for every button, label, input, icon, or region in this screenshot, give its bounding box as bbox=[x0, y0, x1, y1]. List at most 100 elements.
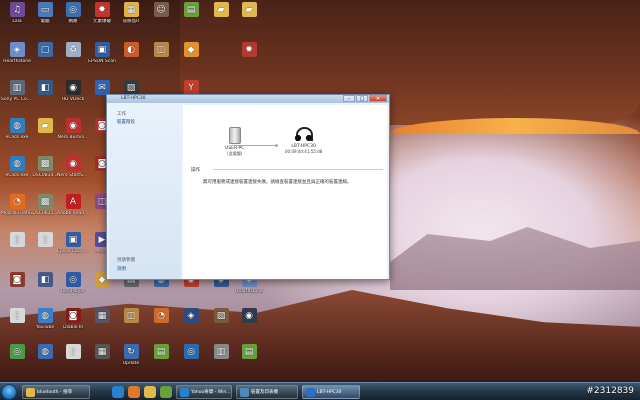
desktop-shortcut[interactable]: ✸ 元素爆破 bbox=[87, 2, 117, 38]
close-button[interactable]: ✕ bbox=[369, 95, 387, 102]
sidebar-link-device-stage[interactable]: 裝置階段 bbox=[117, 119, 135, 125]
desktop-shortcut[interactable]: ▯ bbox=[30, 232, 60, 268]
app-icon: ▦ bbox=[94, 344, 110, 359]
desktop-shortcut[interactable]: ◧ bbox=[30, 272, 60, 308]
desktop-shortcut[interactable]: ▤ bbox=[176, 2, 206, 38]
app-icon: ◍ bbox=[9, 118, 25, 133]
desktop-shortcut[interactable]: ▤ bbox=[146, 344, 176, 380]
desktop-shortcut[interactable]: ◉ bbox=[234, 308, 264, 344]
desktop-shortcut[interactable]: ▦ bbox=[87, 344, 117, 380]
taskbar-item-label: LBT-HPC30 bbox=[317, 389, 342, 395]
dialog-sidebar: 工作 裝置階段 另請參閱 說明 bbox=[109, 105, 181, 279]
desktop-shortcut[interactable]: ◔ bbox=[146, 308, 176, 344]
desktop-shortcut-label: Hearthstone bbox=[3, 59, 31, 64]
app-icon[interactable] bbox=[160, 386, 172, 398]
desktop-shortcut[interactable]: ▰ bbox=[206, 2, 236, 38]
folder-icon bbox=[26, 387, 35, 397]
desktop-shortcut[interactable]: ▰ bbox=[234, 2, 264, 38]
desktop-shortcut[interactable]: ▰ bbox=[30, 118, 60, 154]
desktop-shortcut[interactable]: ↻ Update bbox=[116, 344, 146, 380]
desktop-shortcut[interactable]: A Adobe Reader X bbox=[57, 194, 89, 230]
desktop-shortcut[interactable]: ◫ bbox=[116, 308, 146, 344]
desktop-shortcut[interactable]: ◉ Nero Burnin... bbox=[57, 118, 89, 154]
desktop-shortcut[interactable]: ◉ Nero StartSm... bbox=[57, 156, 89, 192]
taskbar-item[interactable]: Yahoo奇摩 - Win... bbox=[176, 385, 232, 399]
desktop-shortcut[interactable]: ◍ eClick.exe bbox=[2, 118, 32, 154]
device-headset[interactable]: LBT-HPC30 00:09:dd:41:55:d8 bbox=[285, 127, 322, 154]
desktop-shortcut[interactable]: ▦ 冒險島R bbox=[116, 2, 146, 38]
taskbar-item[interactable]: bluetooth - 搜尋 bbox=[22, 385, 90, 399]
desktop-shortcut[interactable]: ◎ bbox=[2, 344, 32, 380]
scanner-icon: ▣ bbox=[94, 42, 110, 57]
desktop-shortcut[interactable]: ◍ YouTube bbox=[30, 308, 60, 344]
start-button[interactable] bbox=[1, 384, 17, 400]
desktop-shortcut[interactable]: ◎ 網路 bbox=[58, 2, 88, 38]
desktop-shortcut[interactable]: ▢ bbox=[30, 42, 60, 78]
app-icon: ✹ bbox=[241, 42, 257, 57]
desktop-shortcut[interactable]: ◆ bbox=[176, 42, 206, 78]
device-pc[interactable]: USER-PC (此電腦) bbox=[225, 127, 244, 157]
document-icon: ▯ bbox=[9, 308, 25, 323]
sidebar-link-help[interactable]: 說明 bbox=[117, 266, 126, 272]
desktop-shortcut[interactable]: ▩ DSC0835... bbox=[30, 194, 60, 230]
sidebar-section-title: 工作 bbox=[117, 112, 126, 117]
desktop-shortcut-label: 冒險島R bbox=[122, 19, 140, 24]
desktop-shortcut[interactable]: ▧ bbox=[206, 308, 236, 344]
ie-icon bbox=[180, 387, 189, 397]
desktop-shortcut[interactable]: ◎ RealPlayer bbox=[58, 272, 88, 308]
app-icon: ▤ bbox=[183, 2, 199, 17]
media-player-icon[interactable] bbox=[128, 386, 140, 398]
desktop-shortcut[interactable]: ▦ bbox=[87, 308, 117, 344]
desktop-shortcut[interactable]: ◈ Hearthstone bbox=[2, 42, 32, 78]
taskbar-item-label: Yahoo奇摩 - Win... bbox=[191, 390, 231, 395]
app-icon: ◙ bbox=[9, 272, 25, 287]
document-icon: ▯ bbox=[37, 232, 53, 247]
desktop-shortcut[interactable]: ▣ EPSON Scan bbox=[87, 42, 117, 78]
computer-icon bbox=[228, 127, 241, 144]
desktop-shortcut[interactable]: ▤ bbox=[234, 344, 264, 380]
pdf-icon: A bbox=[65, 194, 81, 209]
desktop-shortcut[interactable]: ▥ bbox=[206, 344, 236, 380]
desktop-shortcut-label: RealPlayer bbox=[61, 289, 85, 294]
computer-icon: ▭ bbox=[37, 2, 53, 17]
desktop-shortcut[interactable]: ◉ HD VDeck bbox=[58, 80, 88, 116]
desktop-shortcut[interactable]: ◍ bbox=[30, 344, 60, 380]
desktop-shortcut[interactable]: ☺ bbox=[146, 2, 176, 38]
desktop-shortcut[interactable]: ◙ Diablo III bbox=[58, 308, 88, 344]
desktop-shortcut[interactable]: ◐ bbox=[116, 42, 146, 78]
desktop-shortcut[interactable]: ▣ Epson Easy Photo Print bbox=[57, 232, 89, 268]
folder-icon[interactable] bbox=[144, 386, 156, 398]
taskbar-item[interactable]: 裝置及印表機 bbox=[236, 385, 298, 399]
desktop-shortcut[interactable]: ◈ bbox=[176, 308, 206, 344]
desktop-shortcut[interactable]: ♻ bbox=[58, 42, 88, 78]
desktop-shortcut[interactable]: ◔ Mozilla Firefox bbox=[1, 194, 33, 230]
desktop-shortcut[interactable]: ▯ bbox=[2, 308, 32, 344]
game-icon: ◙ bbox=[65, 308, 81, 323]
desktop-shortcut[interactable]: ▥ Sony PC Compa... bbox=[1, 80, 33, 116]
desktop-shortcut[interactable]: ▩ DSC0834... bbox=[30, 156, 60, 192]
app-icon: ▧ bbox=[213, 308, 229, 323]
desktop-shortcut[interactable]: ◙ bbox=[2, 272, 32, 308]
desktop-shortcut[interactable]: ✹ bbox=[234, 42, 264, 78]
desktop-shortcut-label: Update bbox=[122, 361, 140, 366]
desktop-shortcut[interactable]: ▯ bbox=[2, 232, 32, 268]
folder-icon: ▰ bbox=[213, 2, 229, 17]
ie-icon[interactable] bbox=[112, 386, 124, 398]
maximize-button[interactable]: □ bbox=[356, 95, 368, 102]
headphones-icon bbox=[295, 127, 314, 142]
taskbar-item[interactable]: LBT-HPC30 bbox=[302, 385, 360, 399]
device-headset-address: 00:09:dd:41:55:d8 bbox=[285, 149, 323, 154]
app-icon: ▥ bbox=[9, 80, 25, 95]
desktop-shortcut[interactable]: ◎ bbox=[176, 344, 206, 380]
desktop-shortcut[interactable]: ▭ 電腦 bbox=[30, 2, 60, 38]
desktop-shortcut[interactable]: ◫ bbox=[146, 42, 176, 78]
dialog-titlebar[interactable]: LBT-HPC30 – □ ✕ bbox=[107, 95, 389, 103]
minimize-button[interactable]: – bbox=[343, 95, 355, 102]
desktop-shortcut[interactable]: ◍ eClick.exe bbox=[2, 156, 32, 192]
app-icon: ☺ bbox=[153, 2, 169, 17]
desktop-shortcut-label: Nero Burnin... bbox=[57, 135, 89, 140]
desktop-shortcut[interactable]: ◧ bbox=[30, 80, 60, 116]
app-icon: ◔ bbox=[153, 308, 169, 323]
desktop-shortcut[interactable]: ♫ Lala bbox=[2, 2, 32, 38]
desktop-shortcut[interactable]: ▯ bbox=[58, 344, 88, 380]
